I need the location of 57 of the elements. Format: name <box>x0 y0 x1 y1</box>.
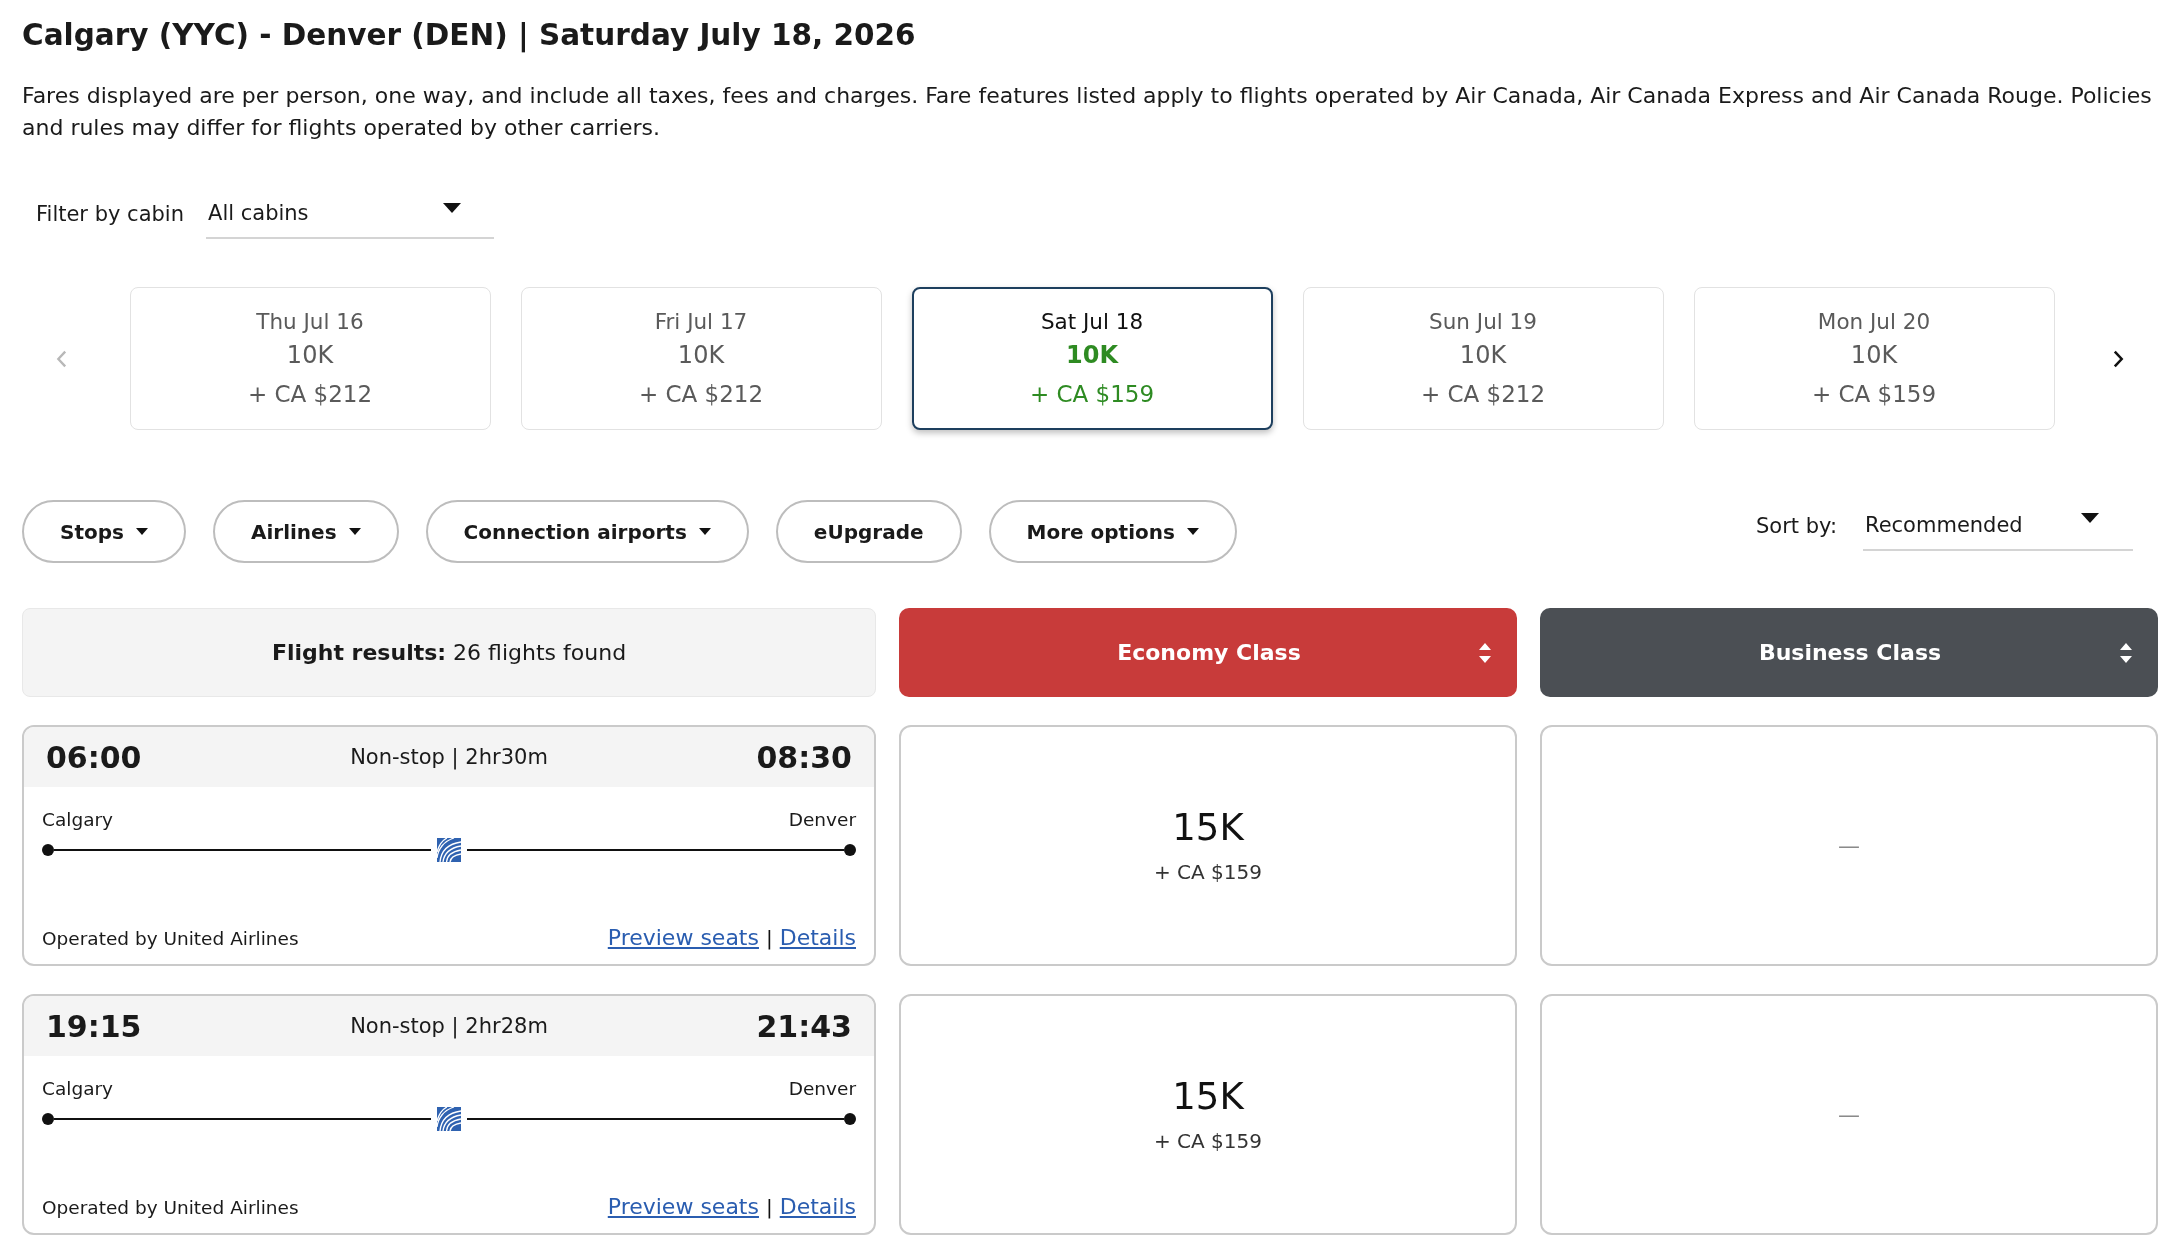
caret-down-icon <box>2081 513 2099 523</box>
filter-button[interactable]: eUpgrade <box>775 500 962 563</box>
caret-down-icon <box>135 528 148 535</box>
operator-text: Operated by United Airlines <box>42 928 299 949</box>
sort-icon <box>2120 642 2132 663</box>
filter-button[interactable]: Connection airports <box>425 500 749 563</box>
arrival-time: 08:30 <box>756 739 852 775</box>
route-dot-icon <box>42 844 54 856</box>
caret-down-icon <box>698 528 711 535</box>
date-tab[interactable]: Fri Jul 17 10K + CA $212 <box>520 287 882 430</box>
date-tab[interactable]: Sat Jul 18 10K + CA $159 <box>911 287 1273 430</box>
caret-down-icon <box>443 203 461 213</box>
flight-summary: Non-stop | 2hr30m <box>350 745 548 769</box>
unavailable-dash: — <box>1838 833 1860 858</box>
cabin-column-header[interactable]: Business Class <box>1540 608 2158 697</box>
fare-option[interactable]: 15K + CA $159 <box>899 994 1517 1235</box>
filter-label: Filter by cabin <box>35 202 184 226</box>
airline-logo-icon <box>437 1107 461 1131</box>
cabin-column-header[interactable]: Economy Class <box>899 608 1517 697</box>
sort-label: Sort by: <box>1755 514 1837 538</box>
sort-icon <box>1479 642 1491 663</box>
link-separator: | <box>765 1195 773 1219</box>
cabin-select[interactable]: All cabins <box>206 189 494 239</box>
details-link[interactable]: Details <box>779 1194 856 1219</box>
details-link[interactable]: Details <box>779 925 856 950</box>
date-tab[interactable]: Mon Jul 20 10K + CA $159 <box>1693 287 2055 430</box>
destination-city: Denver <box>788 1077 856 1101</box>
chevron-left-icon <box>56 349 68 368</box>
filter-button[interactable]: Airlines <box>212 500 399 563</box>
flight-summary: Non-stop | 2hr28m <box>350 1014 548 1038</box>
fare-option[interactable]: 15K + CA $159 <box>899 725 1517 966</box>
filter-button[interactable]: Stops <box>22 500 186 563</box>
preview-seats-link[interactable]: Preview seats <box>607 1194 759 1219</box>
chevron-right-icon <box>2112 349 2124 368</box>
departure-time: 19:15 <box>46 1008 142 1044</box>
page-title: Calgary (YYC) - Denver (DEN) | Saturday July 18, 2026 <box>22 17 917 55</box>
route-dot-icon <box>844 844 856 856</box>
fare-notice: Fares displayed are per person, one way, and include all taxes, fees and charges. Fare features listed apply to flights operated by Air Canada, Air Canada Express and Air Canada Rouge. Policies and rules may differ for flights operated by other carriers. <box>22 82 2153 142</box>
origin-city: Calgary <box>42 1077 114 1101</box>
preview-seats-link[interactable]: Preview seats <box>607 925 759 950</box>
operator-text: Operated by United Airlines <box>42 1197 299 1218</box>
arrival-time: 21:43 <box>756 1008 852 1044</box>
departure-time: 06:00 <box>46 739 142 775</box>
airline-logo-icon <box>437 838 461 862</box>
route-dot-icon <box>42 1113 54 1125</box>
results-summary: Flight results: 26 flights found <box>271 640 627 665</box>
date-tab[interactable]: Sun Jul 19 10K + CA $212 <box>1302 287 1664 430</box>
sort-select[interactable]: Recommended <box>1863 501 2133 551</box>
unavailable-dash: — <box>1838 1102 1860 1127</box>
link-separator: | <box>765 926 773 950</box>
caret-down-icon <box>348 528 361 535</box>
date-tab[interactable]: Thu Jul 16 10K + CA $212 <box>129 287 491 430</box>
caret-down-icon <box>1186 528 1199 535</box>
route-dot-icon <box>844 1113 856 1125</box>
filter-button[interactable]: More options <box>988 500 1237 563</box>
destination-city: Denver <box>788 808 856 832</box>
origin-city: Calgary <box>42 808 114 832</box>
